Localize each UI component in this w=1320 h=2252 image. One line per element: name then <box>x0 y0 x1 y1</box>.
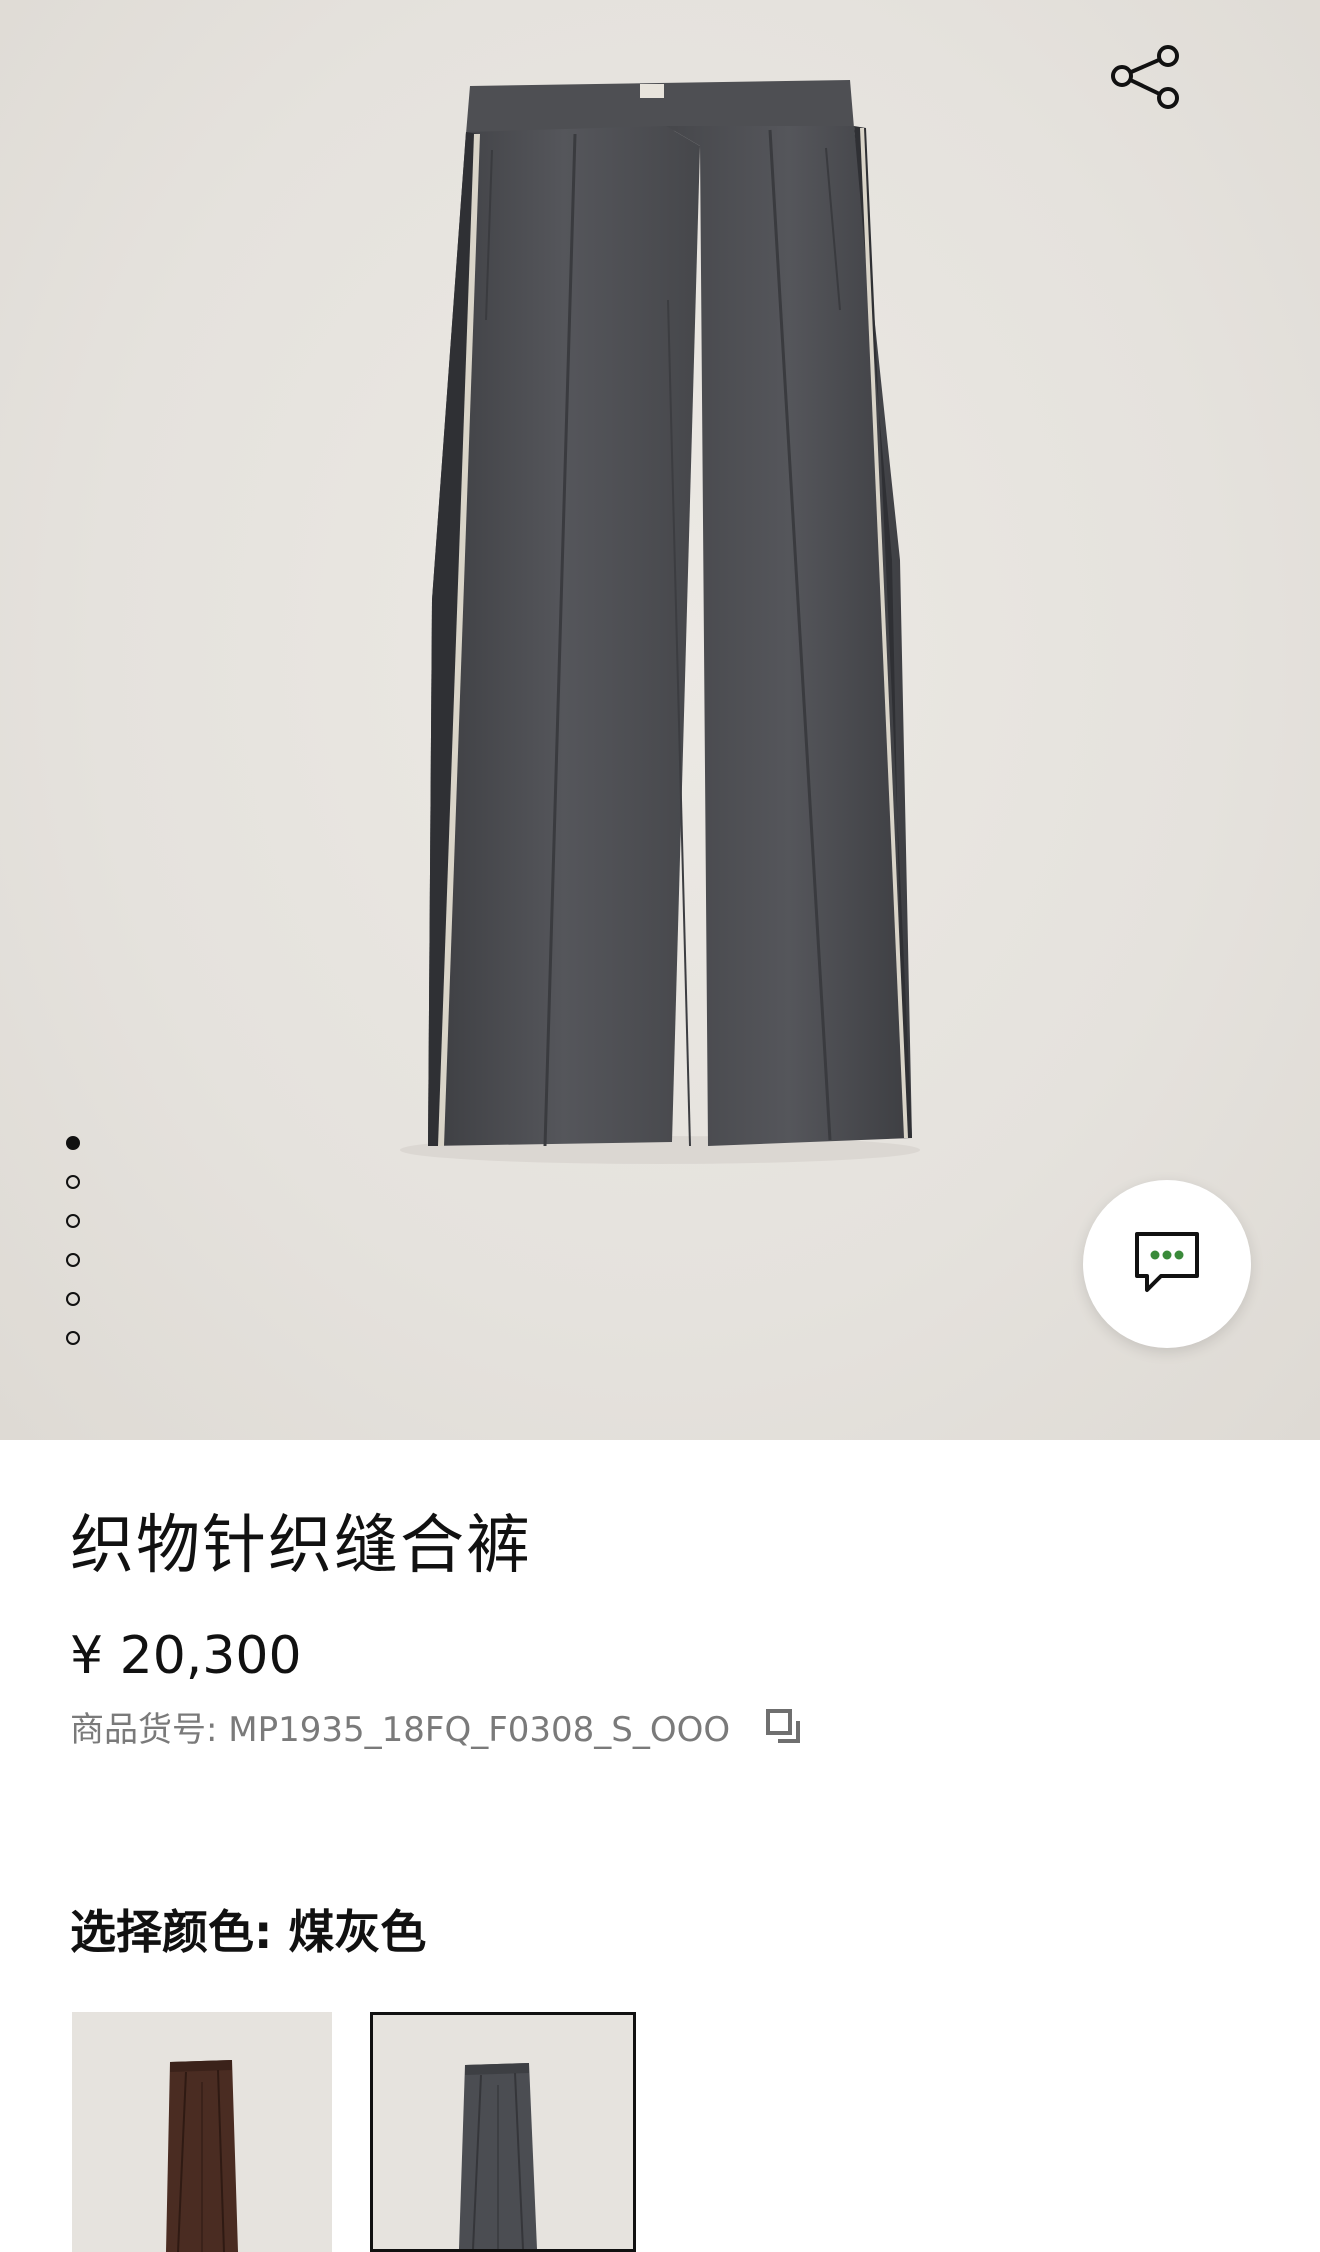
color-label: 选择颜色: 煤灰色 <box>70 1905 427 1959</box>
chat-button[interactable] <box>1083 1180 1251 1348</box>
product-title: 织物针织缝合裤 <box>70 1509 532 1583</box>
share-icon <box>1111 45 1179 109</box>
gallery-dot-3[interactable] <box>66 1214 80 1228</box>
swatch-image-brown <box>72 2012 332 2252</box>
gallery-dot-6[interactable] <box>66 1331 80 1345</box>
gallery-pagination <box>66 1136 86 1370</box>
gallery-dot-5[interactable] <box>66 1292 80 1306</box>
sku-row: 商品货号: MP1935_18FQ_F0308_S_OOO <box>70 1702 804 1751</box>
gallery-dot-2[interactable] <box>66 1175 80 1189</box>
chat-icon <box>1135 1232 1199 1292</box>
copy-icon[interactable] <box>764 1707 804 1747</box>
swatch-image-charcoal <box>373 2015 633 2249</box>
gallery-dot-4[interactable] <box>66 1253 80 1267</box>
share-button[interactable] <box>1096 36 1192 132</box>
sku-text: 商品货号: MP1935_18FQ_F0308_S_OOO <box>70 1710 731 1750</box>
gallery-dot-1[interactable] <box>66 1136 80 1150</box>
color-swatch-brown[interactable] <box>72 2012 332 2252</box>
product-image-gallery[interactable] <box>0 0 1320 1440</box>
product-price: ¥ 20,300 <box>70 1626 302 1686</box>
color-swatch-charcoal[interactable] <box>370 2012 636 2252</box>
